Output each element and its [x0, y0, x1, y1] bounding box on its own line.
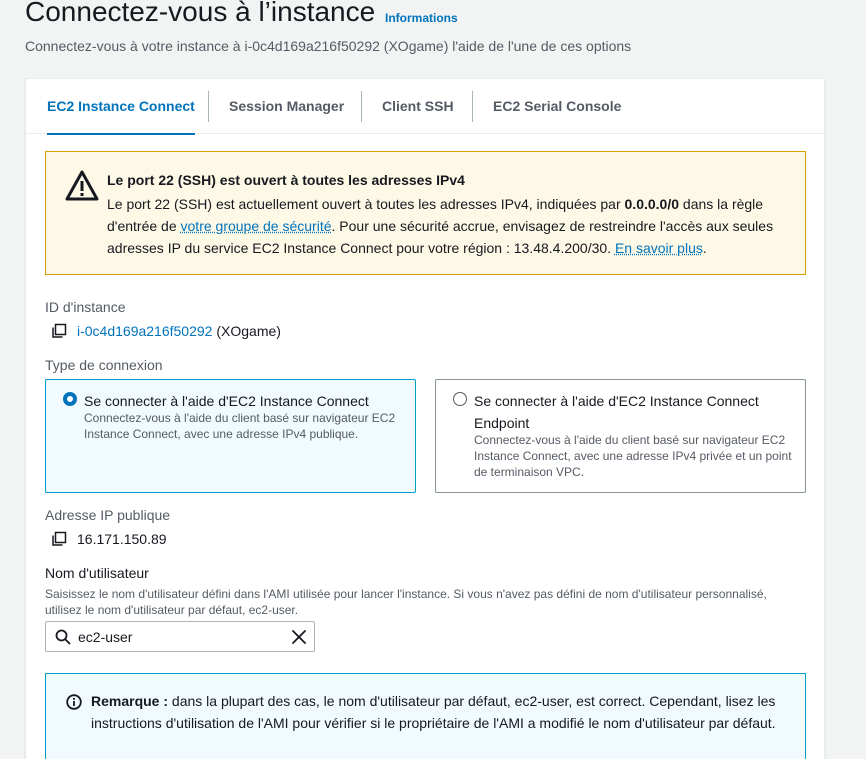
tab-bar: EC2 Instance Connect Session Manager Cli… — [26, 79, 826, 135]
warning-text: Le port 22 (SSH) est actuellement ouvert… — [107, 193, 787, 259]
connection-option-public[interactable]: Se connecter à l'aide d'EC2 Instance Con… — [45, 379, 416, 493]
connect-panel: EC2 Instance Connect Session Manager Cli… — [25, 78, 826, 759]
username-field[interactable] — [45, 621, 315, 652]
option-title: Se connecter à l'aide d'EC2 Instance Con… — [84, 393, 369, 409]
option-description: Connectez-vous à l'aide du client basé s… — [84, 411, 396, 441]
tab-ec2-serial-console[interactable]: EC2 Serial Console — [493, 79, 621, 134]
security-group-link[interactable]: votre groupe de sécurité — [181, 218, 332, 234]
copy-icon[interactable] — [51, 323, 67, 339]
learn-more-link[interactable]: En savoir plus — [615, 240, 703, 256]
public-ip-label: Adresse IP publique — [45, 507, 171, 523]
page-title: Connectez-vous à l’instance — [25, 0, 376, 27]
option-title: Se connecter à l'aide d'EC2 Instance Con… — [474, 393, 759, 431]
tab-ec2-instance-connect[interactable]: EC2 Instance Connect — [47, 79, 195, 135]
cidr-value: 0.0.0.0/0 — [624, 196, 680, 212]
tab-separator — [361, 91, 362, 122]
info-note: Remarque : dans la plupart des cas, le n… — [45, 673, 806, 759]
option-description: Connectez-vous à l'aide du client basé s… — [474, 433, 792, 479]
connection-option-endpoint[interactable]: Se connecter à l'aide d'EC2 Instance Con… — [435, 379, 806, 493]
note-content: dans la plupart des cas, le nom d'utilis… — [91, 693, 776, 731]
username-input[interactable] — [78, 627, 278, 647]
warning-icon — [65, 170, 99, 201]
radio-button[interactable] — [453, 392, 467, 406]
username-label: Nom d'utilisateur — [45, 565, 149, 581]
instance-name: (XOgame) — [216, 323, 281, 339]
instance-id-label: ID d'instance — [45, 299, 126, 315]
warning-title: Le port 22 (SSH) est ouvert à toutes les… — [107, 172, 465, 188]
instance-id-row: i-0c4d169a216f50292 (XOgame) — [51, 323, 281, 339]
page-subtitle: Connectez-vous à votre instance à i-0c4d… — [25, 38, 632, 54]
search-icon — [55, 629, 71, 645]
instance-id-link[interactable]: i-0c4d169a216f50292 — [77, 323, 212, 339]
connection-type-label: Type de connexion — [45, 357, 163, 373]
note-text: Remarque : dans la plupart des cas, le n… — [91, 690, 791, 734]
radio-button-selected[interactable] — [63, 392, 77, 406]
tab-separator — [208, 91, 209, 122]
public-ip-value: 16.171.150.89 — [77, 531, 167, 547]
warning-alert: Le port 22 (SSH) est ouvert à toutes les… — [45, 151, 806, 275]
note-label: Remarque : — [91, 693, 169, 709]
info-link[interactable]: Informations — [385, 11, 458, 25]
copy-icon[interactable] — [51, 531, 67, 547]
tab-client-ssh[interactable]: Client SSH — [382, 79, 454, 134]
info-icon — [66, 694, 82, 710]
public-ip-row: 16.171.150.89 — [51, 531, 167, 547]
username-help: Saisissez le nom d'utilisateur défini da… — [45, 587, 767, 617]
close-icon[interactable] — [291, 629, 307, 645]
tab-separator — [472, 91, 473, 122]
warning-text-part: . — [702, 240, 707, 256]
warning-text-part: Le port 22 (SSH) est actuellement ouvert… — [107, 196, 625, 212]
tab-session-manager[interactable]: Session Manager — [229, 79, 344, 134]
